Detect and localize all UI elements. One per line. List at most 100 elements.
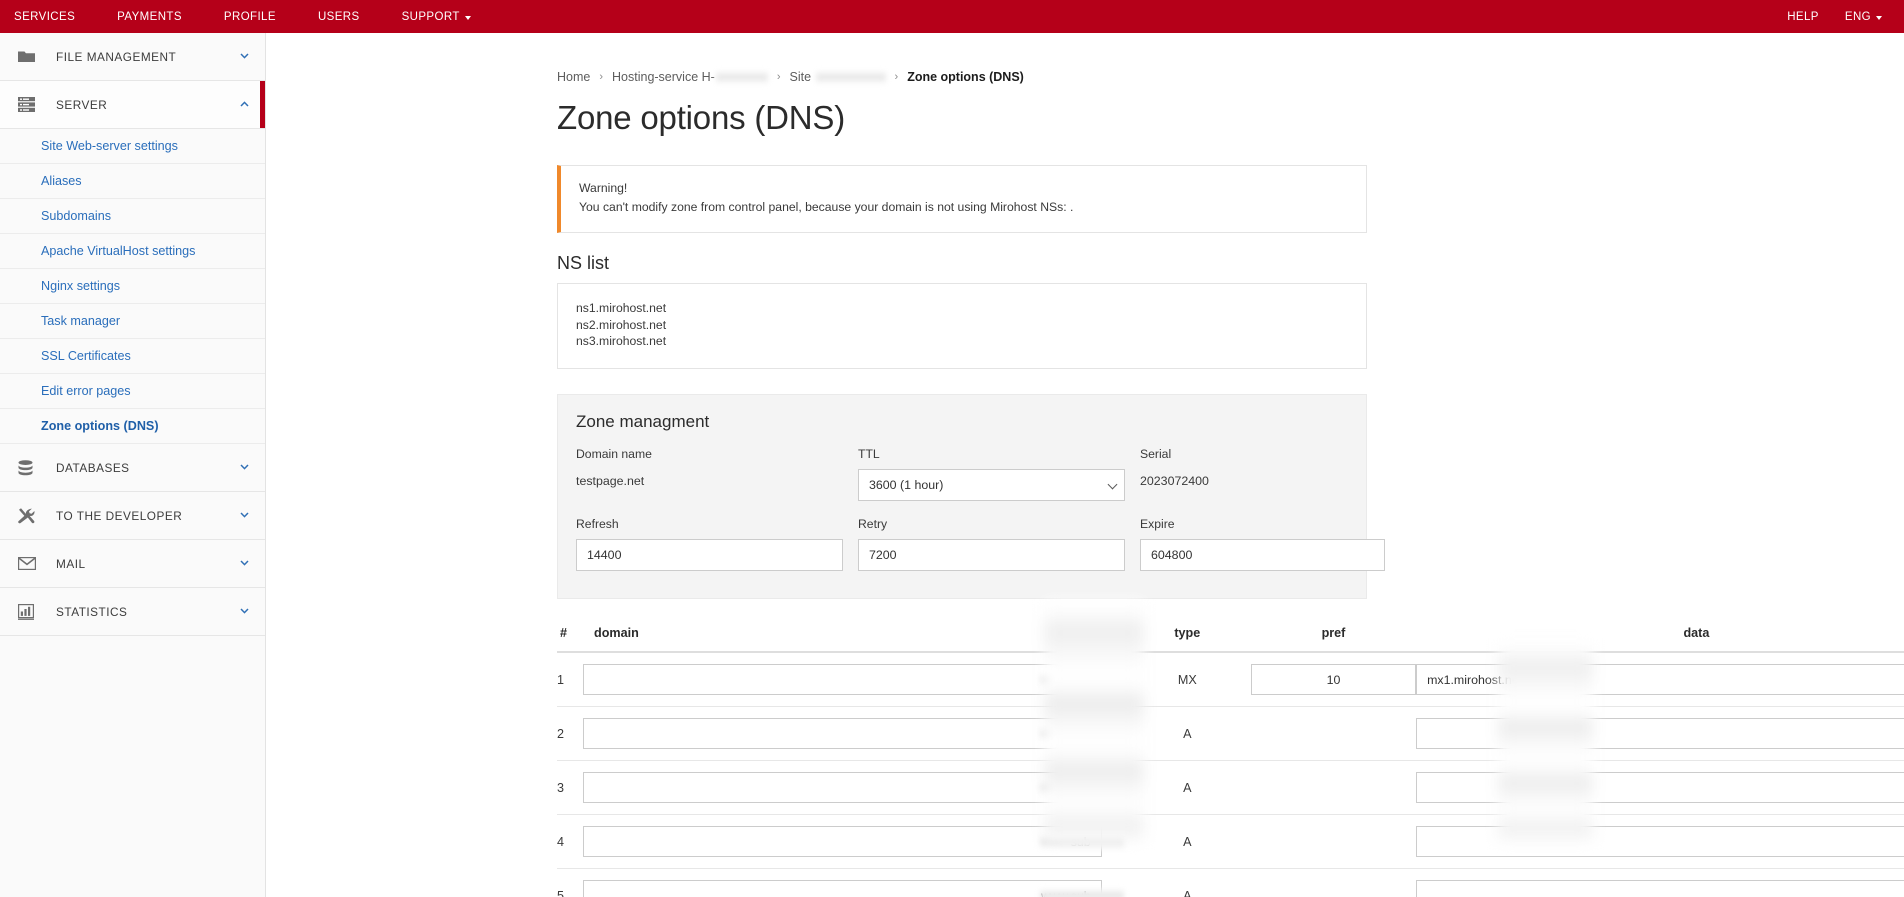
nav-item-label: SERVICES bbox=[14, 10, 76, 23]
nav-item-payments[interactable]: PAYMENTS bbox=[117, 11, 204, 23]
nav-item-eng[interactable]: ENG bbox=[1845, 11, 1882, 23]
serial-label: Serial bbox=[1140, 447, 1172, 462]
redacted-domain-suffix bbox=[1039, 726, 1124, 741]
sidebar-group-mail[interactable]: MAIL bbox=[0, 540, 265, 588]
data-input[interactable] bbox=[1416, 718, 1904, 750]
domain-input-wrapper bbox=[583, 772, 1124, 804]
data-input[interactable] bbox=[1416, 826, 1904, 858]
breadcrumb-separator: › bbox=[776, 71, 781, 83]
sidebar-item-label: Nginx settings bbox=[41, 279, 121, 293]
serial-value: 2023072400 bbox=[1140, 474, 1209, 489]
sidebar-group-statistics[interactable]: STATISTICS bbox=[0, 588, 265, 636]
chevron-down-icon bbox=[1876, 15, 1882, 20]
domain-input-wrapper bbox=[583, 826, 1124, 858]
record-type: A bbox=[1123, 814, 1251, 870]
nav-item-profile[interactable]: PROFILE bbox=[224, 11, 298, 23]
record-index: 2 bbox=[557, 706, 584, 762]
sidebar-group-label: TO THE DEVELOPER bbox=[56, 508, 183, 523]
chevron-down-icon bbox=[464, 15, 471, 20]
sidebar-group-label: FILE MANAGEMENT bbox=[56, 49, 177, 64]
sidebar-group-databases[interactable]: DATABASES bbox=[0, 444, 265, 492]
content-column: Warning! You can't modify zone from cont… bbox=[557, 165, 1385, 600]
table-row: 4ADelete record bbox=[557, 814, 1904, 870]
sidebar-item-aliases[interactable]: Aliases bbox=[0, 164, 265, 199]
record-data-cell bbox=[1416, 868, 1904, 897]
folder-icon bbox=[18, 50, 44, 64]
ttl-select[interactable]: 3600 (1 hour) bbox=[858, 469, 1125, 502]
breadcrumb-label: Zone options (DNS) bbox=[907, 70, 1024, 84]
envelope-icon bbox=[18, 557, 44, 570]
record-pref-cell bbox=[1250, 652, 1417, 708]
domain-input[interactable] bbox=[583, 880, 1102, 897]
nav-item-label: PROFILE bbox=[223, 10, 276, 23]
nav-item-label: HELP bbox=[1787, 10, 1819, 23]
sidebar-item-label: Aliases bbox=[41, 174, 82, 188]
domain-name-label: Domain name bbox=[576, 447, 652, 462]
breadcrumb: Home › Hosting-service H- › Site › Zone optio… bbox=[266, 33, 1904, 85]
warning-heading: Warning! bbox=[579, 181, 628, 195]
top-nav-left-group: SERVICES PAYMENTS PROFILE USERS SUPPORT bbox=[14, 11, 493, 23]
expire-label: Expire bbox=[1140, 517, 1175, 532]
data-input[interactable] bbox=[1416, 880, 1904, 897]
dns-records-body: 1MXDelete record2ADelete record3ADelete … bbox=[557, 652, 1904, 897]
record-type: A bbox=[1123, 868, 1251, 897]
domain-name-value: testpage.net bbox=[576, 474, 645, 489]
warning-banner: Warning! You can't modify zone from cont… bbox=[557, 165, 1367, 233]
nav-item-support[interactable]: SUPPORT bbox=[402, 11, 493, 23]
breadcrumb-label: Site bbox=[789, 69, 815, 84]
sidebar-item-zone-options-dns[interactable]: Zone options (DNS) bbox=[0, 409, 265, 444]
sidebar-item-site-web-server-settings[interactable]: Site Web-server settings bbox=[0, 129, 265, 164]
redacted-text bbox=[715, 71, 768, 85]
sidebar-item-task-manager[interactable]: Task manager bbox=[0, 304, 265, 339]
field-refresh: Refresh bbox=[576, 517, 843, 572]
sidebar-item-apache-virtualhost-settings[interactable]: Apache VirtualHost settings bbox=[0, 234, 265, 269]
domain-input-wrapper bbox=[583, 718, 1124, 750]
ns-server-entry: ns3.mirohost.net bbox=[576, 334, 667, 349]
nav-item-help[interactable]: HELP bbox=[1787, 11, 1819, 23]
nav-item-label: SUPPORT bbox=[401, 10, 460, 23]
domain-input[interactable] bbox=[583, 664, 1102, 696]
sidebar-item-label: Edit error pages bbox=[41, 384, 131, 398]
retry-input[interactable] bbox=[858, 539, 1125, 572]
breadcrumb-item-3[interactable]: Site bbox=[789, 69, 886, 85]
domain-input[interactable] bbox=[583, 772, 1102, 804]
nav-item-label: PAYMENTS bbox=[117, 10, 182, 23]
record-index: 1 bbox=[557, 652, 584, 708]
nav-item-users[interactable]: USERS bbox=[318, 11, 382, 23]
nav-item-label: ENG bbox=[1844, 10, 1871, 23]
refresh-input[interactable] bbox=[576, 539, 843, 572]
redacted-domain-suffix bbox=[1039, 888, 1124, 897]
expire-input[interactable] bbox=[1140, 539, 1385, 572]
sidebar-group-server[interactable]: SERVER bbox=[0, 81, 265, 129]
table-header-row: # domain type pref data bbox=[557, 626, 1904, 654]
redacted-text bbox=[815, 71, 886, 85]
sidebar-item-nginx-settings[interactable]: Nginx settings bbox=[0, 269, 265, 304]
sidebar-group-to-the-developer[interactable]: TO THE DEVELOPER bbox=[0, 492, 265, 540]
field-ttl: TTL 3600 (1 hour) bbox=[858, 447, 1125, 502]
header-pref: pref bbox=[1250, 626, 1417, 654]
top-nav-right-group: HELP ENG bbox=[1787, 11, 1882, 23]
record-data-cell bbox=[1416, 760, 1904, 816]
data-input[interactable] bbox=[1416, 664, 1904, 696]
sidebar-item-edit-error-pages[interactable]: Edit error pages bbox=[0, 374, 265, 409]
sidebar-item-subdomains[interactable]: Subdomains bbox=[0, 199, 265, 234]
domain-input[interactable] bbox=[583, 826, 1102, 858]
main-content: Home › Hosting-service H- › Site › Zone optio… bbox=[266, 33, 1904, 897]
breadcrumb-label: Home bbox=[557, 70, 591, 84]
field-serial: Serial 2023072400 bbox=[1140, 447, 1385, 501]
sidebar-item-ssl-certificates[interactable]: SSL Certificates bbox=[0, 339, 265, 374]
breadcrumb-item-1[interactable]: Home bbox=[557, 70, 590, 84]
sidebar-group-label: DATABASES bbox=[56, 460, 130, 475]
header-num: # bbox=[557, 626, 584, 654]
domain-input[interactable] bbox=[583, 718, 1102, 750]
warning-text: You can't modify zone from control panel… bbox=[579, 199, 1074, 214]
record-domain-cell bbox=[583, 814, 1124, 870]
page-layout: FILE MANAGEMENT SERVER Site Web-server set… bbox=[0, 33, 1904, 897]
record-type: A bbox=[1123, 760, 1251, 816]
nav-item-services[interactable]: SERVICES bbox=[14, 11, 97, 23]
breadcrumb-item-2[interactable]: Hosting-service H- bbox=[612, 70, 768, 85]
sidebar-group-file-management[interactable]: FILE MANAGEMENT bbox=[0, 33, 265, 81]
data-input[interactable] bbox=[1416, 772, 1904, 804]
pref-input[interactable] bbox=[1250, 664, 1417, 696]
chevron-down-icon bbox=[240, 463, 249, 473]
